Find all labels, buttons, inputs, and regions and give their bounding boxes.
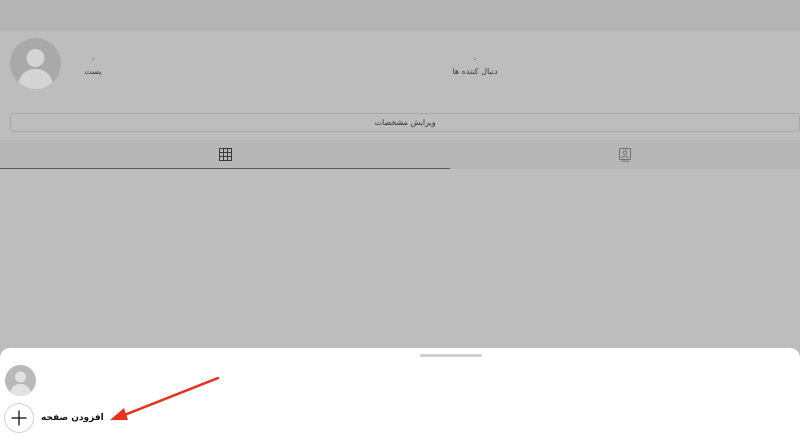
posts-label: پست [84, 67, 102, 76]
add-page-label: افزودن صفحه [41, 413, 104, 423]
profile-avatar[interactable] [10, 38, 61, 89]
top-bar [0, 0, 800, 31]
plus-icon [11, 410, 27, 426]
add-page-button[interactable]: افزودن صفحه [4, 403, 104, 433]
edit-profile-button[interactable]: ویرایش مشخصات [10, 113, 800, 132]
annotation-arrow-icon [110, 376, 220, 420]
tab-grid[interactable] [0, 140, 450, 169]
followers-count: ۰ [472, 55, 478, 65]
followers-label: دنبال کننده ها [452, 67, 498, 76]
avatar-placeholder-icon [9, 371, 32, 396]
avatar-placeholder-icon [17, 49, 54, 89]
sheet-drag-handle[interactable] [420, 354, 482, 357]
profile-screen: ۰ پست ۰ دنبال کننده ها ویرایش مشخصات افز… [0, 0, 800, 446]
plus-circle [4, 403, 34, 433]
account-avatar[interactable] [5, 365, 36, 396]
tab-tagged[interactable] [450, 140, 800, 169]
posts-stat[interactable]: ۰ پست [78, 55, 108, 78]
posts-count: ۰ [90, 55, 96, 65]
followers-stat[interactable]: ۰ دنبال کننده ها [440, 55, 510, 78]
profile-tabs [0, 140, 800, 169]
grid-icon [218, 147, 232, 161]
tagged-icon [619, 147, 631, 162]
